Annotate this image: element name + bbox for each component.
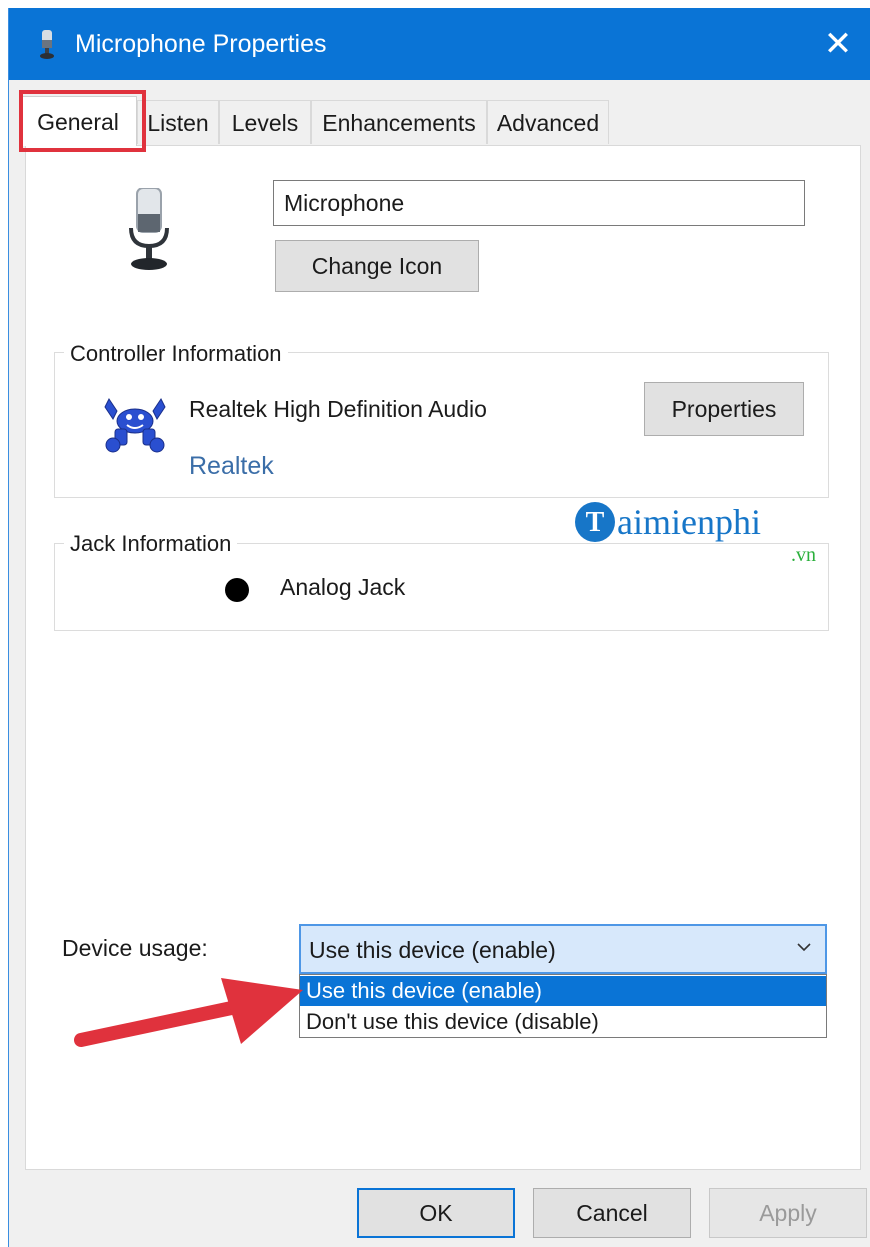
properties-button[interactable]: Properties <box>644 382 804 436</box>
realtek-logo-icon <box>101 395 169 458</box>
red-arrow-annotation-icon <box>73 968 309 1053</box>
microphone-icon <box>37 30 57 65</box>
controller-information-label: Controller Information <box>64 341 288 367</box>
watermark-text: aimienphi <box>617 502 761 542</box>
chevron-down-icon <box>795 938 813 961</box>
microphone-device-icon <box>127 187 171 277</box>
microphone-properties-window: Microphone Properties ✕ General Listen L… <box>8 8 870 1247</box>
device-usage-select[interactable]: Use this device (enable) <box>299 924 827 974</box>
change-icon-button[interactable]: Change Icon <box>275 240 479 292</box>
jack-type-text: Analog Jack <box>280 574 406 600</box>
tab-listen[interactable]: Listen <box>137 100 219 144</box>
tab-advanced[interactable]: Advanced <box>487 100 609 144</box>
device-usage-selected-value: Use this device (enable) <box>309 937 556 963</box>
svg-text:T: T <box>586 507 605 538</box>
tab-enhancements[interactable]: Enhancements <box>311 100 487 144</box>
controller-device-name: Realtek High Definition Audio <box>189 396 487 422</box>
realtek-vendor-link[interactable]: Realtek <box>189 452 274 481</box>
cancel-button[interactable]: Cancel <box>533 1188 691 1238</box>
jack-color-dot-icon <box>225 578 249 602</box>
close-button[interactable]: ✕ <box>805 8 870 80</box>
device-usage-dropdown: Use this device (enable) Don't use this … <box>299 974 827 1038</box>
tab-highlight-annotation <box>19 90 146 152</box>
jack-information-label: Jack Information <box>64 531 238 557</box>
window-title: Microphone Properties <box>75 30 327 58</box>
ok-button[interactable]: OK <box>357 1188 515 1238</box>
option-dont-use-device[interactable]: Don't use this device (disable) <box>300 1007 826 1037</box>
apply-button[interactable]: Apply <box>709 1188 867 1238</box>
device-usage-label: Device usage: <box>62 935 208 961</box>
title-bar: Microphone Properties ✕ <box>9 8 870 80</box>
option-use-device[interactable]: Use this device (enable) <box>300 976 826 1006</box>
tab-levels[interactable]: Levels <box>219 100 311 144</box>
device-name-field[interactable] <box>273 180 805 226</box>
watermark-suffix: .vn <box>791 544 816 566</box>
